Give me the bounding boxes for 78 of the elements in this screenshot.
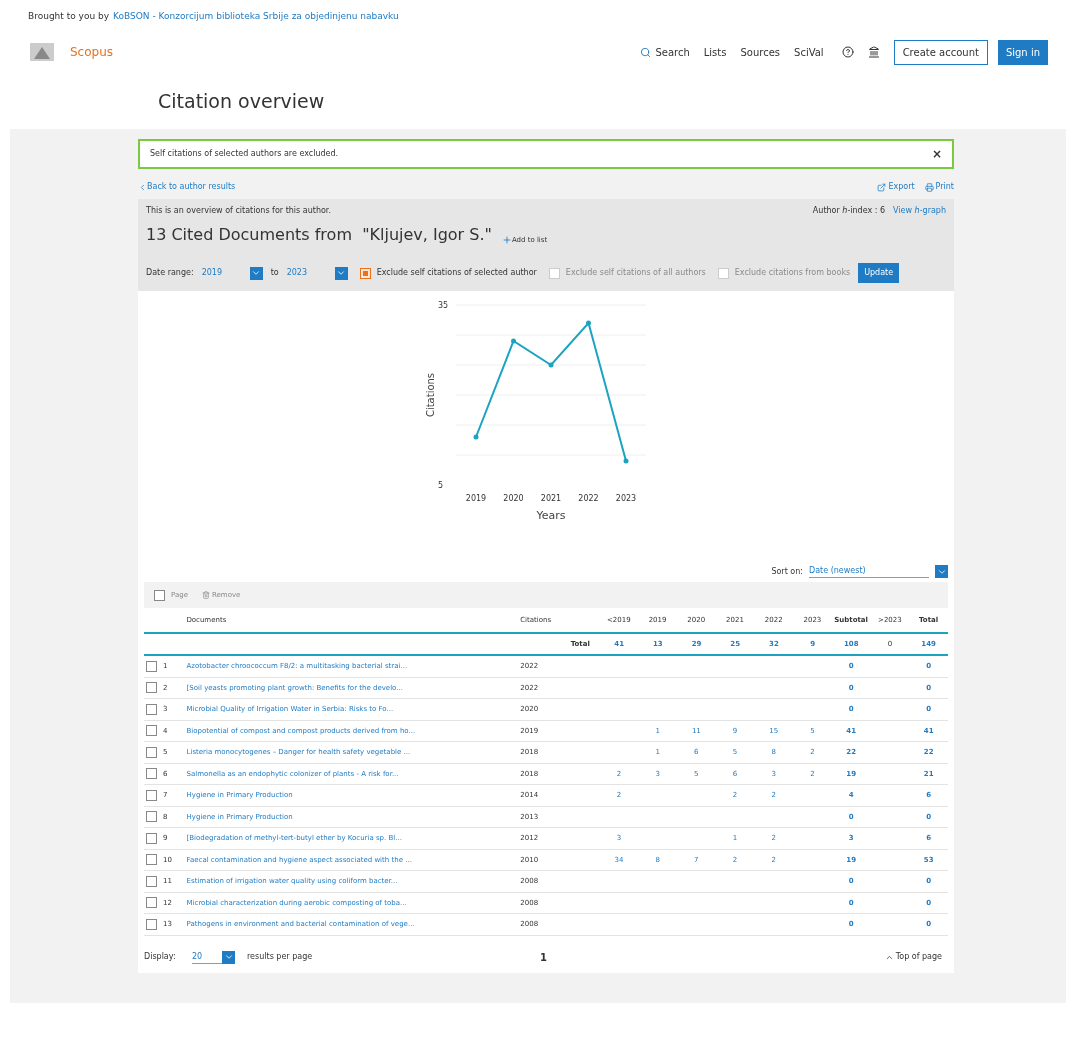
axis-tick: 35 [438,301,449,310]
display-label: Display: [144,951,177,963]
back-link[interactable]: Back to author results [138,181,236,193]
checkbox[interactable] [146,897,157,909]
close-button[interactable]: × [931,145,942,163]
checkbox[interactable] [146,854,157,866]
data-point [623,458,629,464]
create-account-button[interactable]: Create account [893,39,988,65]
nav-link[interactable]: Lists [703,44,727,60]
to-year-select[interactable]: 2023 [286,267,327,279]
brand-name[interactable]: Scopus [70,43,114,61]
checkbox[interactable] [146,660,157,672]
page-link[interactable]: 1 [539,949,547,965]
to-label: to [270,267,279,279]
export-icon [877,182,887,192]
h-index-text: Author h-index : 6 [812,205,886,217]
update-button[interactable]: Update [858,263,900,283]
axis-title: Years [536,509,566,522]
search-icon [640,46,652,58]
sort-label: Sort on: [771,565,803,578]
axis-tick: 2019 [465,494,487,503]
page-title: Citation overview [158,88,326,114]
help-icon[interactable] [841,46,854,58]
checkbox[interactable] [146,875,157,887]
chevron-down-icon [336,268,347,278]
date-range-label: Date range: [146,267,194,279]
from-year-select[interactable]: 2019 [201,267,242,279]
checkbox[interactable] [146,746,157,758]
overview-heading: 13 Cited Documents from "Kljujev, Igor S." [146,224,492,246]
top-of-page-link[interactable]: Top of page [884,951,948,963]
sign-in-button[interactable]: Sign in [997,39,1048,65]
checkbox[interactable] [146,918,157,930]
option-label: Exclude self citations of selected author [376,267,537,279]
nav-link[interactable]: Search [640,44,690,60]
sort-select[interactable]: Date (newest) [809,565,929,578]
axis-tick: 2021 [540,494,562,503]
logo-icon [28,41,56,63]
data-point [548,362,554,368]
chevron-down-icon [251,268,262,278]
data-point [586,320,591,326]
axis-tick: 2023 [615,494,637,503]
axis-title: Citations [425,372,436,418]
banner-text: Brought to you by [28,10,110,23]
checkbox[interactable] [359,267,371,279]
alert-text: Self citations of selected authors are excluded. [150,148,340,160]
data-point [511,338,516,344]
axis-tick: 2022 [578,494,599,503]
checkbox[interactable] [146,768,157,780]
checkbox[interactable] [146,832,157,844]
data-point [473,434,479,440]
option-label: Exclude citations from books [734,267,851,279]
action-link[interactable]: Export [877,181,915,193]
plus-icon [501,234,512,245]
axis-tick: 2020 [503,494,524,503]
institution-icon[interactable] [867,46,880,58]
chevron-left-icon [138,182,147,192]
h-graph-link[interactable]: View h-graph [893,205,946,217]
chevron-down-icon [223,952,234,962]
checkbox[interactable] [146,811,157,823]
dropdown-toggle[interactable] [935,565,948,578]
dropdown-toggle[interactable] [334,266,348,280]
banner-link[interactable]: KoBSON - Konzorcijum biblioteka Srbije za objedinjenu nabavku [113,10,399,24]
option-label: Exclude self citations of all authors [565,267,706,279]
checkbox[interactable] [146,725,157,737]
dropdown-toggle[interactable] [249,266,263,280]
action-link[interactable]: Print [924,181,954,193]
checkbox[interactable] [146,682,157,694]
axis-tick: 5 [438,481,444,490]
dropdown-toggle[interactable] [222,950,235,964]
per-page-label: results per page [247,951,313,963]
nav-link[interactable]: SciVal [794,44,824,60]
trash-icon [201,591,210,599]
checkbox[interactable] [154,589,165,601]
nav-link[interactable]: Sources [740,44,781,60]
printer-icon [924,182,934,192]
checkbox[interactable] [146,789,157,801]
overview-intro: This is an overview of citations for this author. [146,205,332,217]
checkbox[interactable] [146,703,157,715]
